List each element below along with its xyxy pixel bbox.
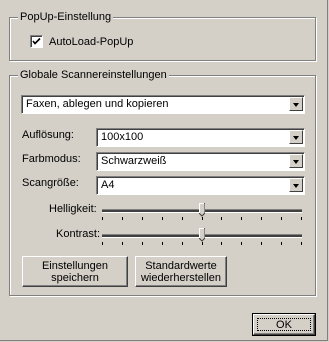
scan-size-value: A4 [101,179,115,191]
brightness-slider-thumb[interactable] [199,203,205,217]
chevron-down-icon[interactable] [289,97,303,111]
scan-mode-select[interactable]: Faxen, ablegen und kopieren [21,95,305,114]
scanner-group-title: Globale Scannereinstellungen [18,69,169,82]
save-settings-button[interactable]: Einstellungen speichern [22,256,128,287]
checkmark-icon [32,37,41,45]
brightness-label: Helligkeit: [49,203,97,215]
slider-tick [122,242,123,245]
popup-group-title: PopUp-Einstellung [18,11,114,24]
slider-tick [301,242,302,245]
slider-tick [221,217,222,220]
slider-tick [182,217,183,220]
autoload-popup-checkbox[interactable] [30,35,43,48]
slider-tick [261,242,262,245]
autoload-popup-label: AutoLoad-PopUp [49,35,134,48]
color-mode-value: Schwarzweiß [101,155,167,167]
save-settings-label: Einstellungen speichern [41,259,109,284]
slider-tick [281,217,282,220]
slider-tick [202,242,203,245]
contrast-slider[interactable] [102,227,302,246]
slider-tick [221,242,222,245]
brightness-slider[interactable] [102,202,302,221]
slider-tick [241,242,242,245]
slider-tick [142,242,143,245]
scanner-settings-group: Globale Scannereinstellungen Faxen, able… [9,69,316,296]
color-mode-select[interactable]: Schwarzweiß [96,152,305,171]
slider-tick [122,217,123,220]
popup-settings-group: PopUp-Einstellung AutoLoad-PopUp [9,11,316,61]
ok-button[interactable]: OK [252,313,316,336]
slider-tick [102,242,103,245]
contrast-label: Kontrast: [56,228,101,240]
resolution-value: 100x100 [101,131,144,143]
focus-rectangle [257,318,311,331]
chevron-down-icon[interactable] [289,130,303,144]
slider-tick [162,242,163,245]
restore-defaults-label: Standardwerte wiederherstellen [140,259,222,284]
slider-tick [301,217,302,220]
scan-mode-value: Faxen, ablegen und kopieren [26,98,169,110]
popup-settings-dialog: PopUp-Einstellung AutoLoad-PopUp Globale… [0,0,328,341]
brightness-ticks [102,217,302,221]
contrast-ticks [102,242,302,246]
slider-tick [202,217,203,220]
color-mode-label: Farbmodus: [22,153,81,165]
resolution-select[interactable]: 100x100 [96,128,305,147]
restore-defaults-button[interactable]: Standardwerte wiederherstellen [135,256,227,287]
contrast-slider-thumb[interactable] [199,228,205,242]
chevron-down-icon[interactable] [289,154,303,168]
slider-tick [142,217,143,220]
slider-tick [162,217,163,220]
slider-tick [241,217,242,220]
scan-size-select[interactable]: A4 [96,176,305,195]
chevron-down-icon[interactable] [289,178,303,192]
slider-tick [281,242,282,245]
slider-tick [102,217,103,220]
slider-tick [261,217,262,220]
scan-size-label: Scangröße: [22,177,79,189]
autoload-popup-checkbox-row[interactable]: AutoLoad-PopUp [30,35,133,48]
resolution-label: Auflösung: [22,129,74,141]
slider-tick [182,242,183,245]
